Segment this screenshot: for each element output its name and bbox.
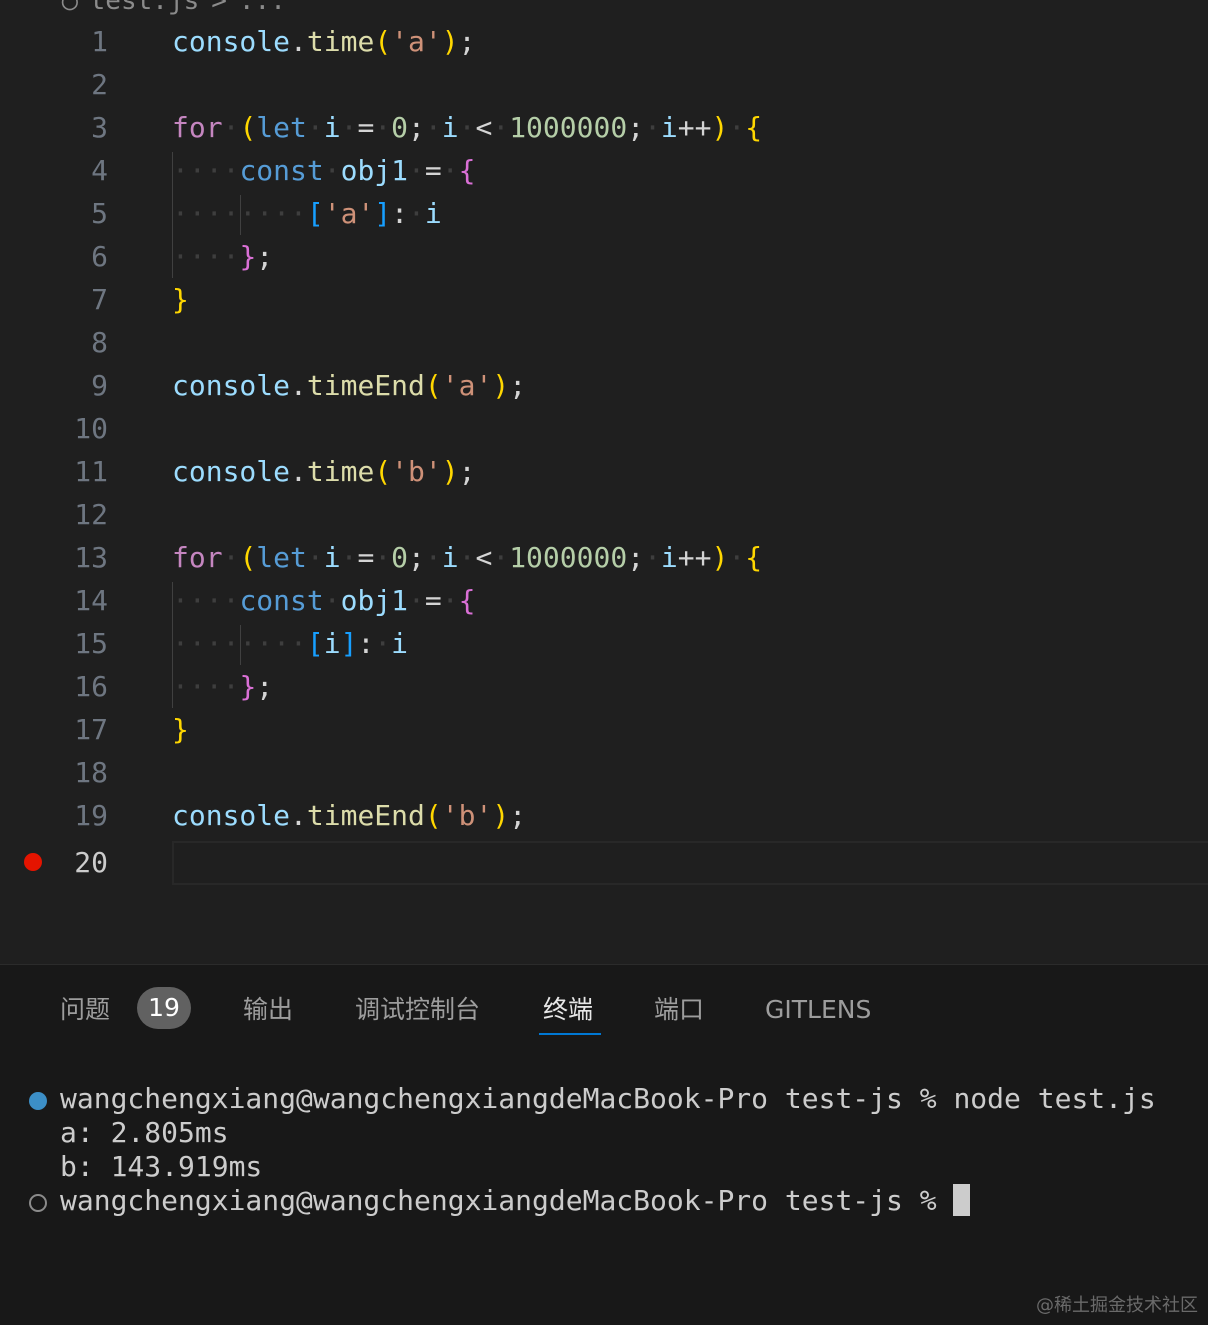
code-line[interactable]: 9 console.timeEnd('a');: [0, 364, 1208, 407]
line-code[interactable]: }: [172, 278, 189, 321]
terminal-line: a: 2.805ms: [60, 1116, 229, 1149]
line-code[interactable]: ····};: [172, 235, 273, 278]
breadcrumb-file[interactable]: test.js: [90, 0, 200, 16]
line-code[interactable]: ········[i]:·i: [172, 622, 408, 665]
code-line[interactable]: 3 for·(let·i·=·0;·i·<·1000000;·i++)·{: [0, 106, 1208, 149]
line-code[interactable]: console.time('b');: [172, 450, 475, 493]
watermark: @稀土掘金技术社区: [1036, 1295, 1198, 1316]
js-file-icon: ◯: [62, 0, 78, 16]
line-number[interactable]: 12: [40, 493, 108, 536]
line-code[interactable]: for·(let·i·=·0;·i·<·1000000;·i++)·{: [172, 106, 762, 149]
line-number[interactable]: 18: [40, 751, 108, 794]
tab-problems[interactable]: 问题: [60, 993, 110, 1027]
code-line[interactable]: 5 ········['a']:·i: [0, 192, 1208, 235]
code-line[interactable]: 6 ····};: [0, 235, 1208, 278]
active-tab-indicator: [539, 1033, 601, 1035]
line-number[interactable]: 3: [40, 106, 108, 149]
terminal-cursor: [953, 1184, 971, 1216]
tab-output[interactable]: 输出: [243, 993, 293, 1027]
line-number[interactable]: 1: [40, 20, 108, 63]
indent-guide: [240, 625, 241, 665]
code-line[interactable]: 18: [0, 751, 1208, 794]
line-number[interactable]: 20: [40, 841, 108, 884]
indent-guide: [240, 195, 241, 235]
code-line[interactable]: 20: [0, 841, 1208, 884]
line-code[interactable]: console.timeEnd('a');: [172, 364, 526, 407]
code-line[interactable]: 11 console.time('b');: [0, 450, 1208, 493]
line-number[interactable]: 11: [40, 450, 108, 493]
terminal-line: wangchengxiang@wangchengxiangdeMacBook-P…: [60, 1082, 1156, 1115]
breadcrumb[interactable]: ◯ test.js >...: [62, 0, 298, 16]
breadcrumb-separator: >: [211, 0, 227, 16]
line-code[interactable]: ····const·obj1·=·{: [172, 149, 475, 192]
code-line[interactable]: 2: [0, 63, 1208, 106]
line-number[interactable]: 4: [40, 149, 108, 192]
indent-guide: [172, 582, 173, 708]
code-line[interactable]: 7 }: [0, 278, 1208, 321]
command-pending-dot-icon[interactable]: [29, 1194, 47, 1212]
line-number[interactable]: 14: [40, 579, 108, 622]
code-editor[interactable]: ◯ test.js >... 1 console.time('a'); 2 3 fo…: [0, 0, 1208, 964]
code-line[interactable]: 17 }: [0, 708, 1208, 751]
terminal-line: b: 143.919ms: [60, 1150, 263, 1183]
code-line[interactable]: 13 for·(let·i·=·0;·i·<·1000000;·i++)·{: [0, 536, 1208, 579]
line-number[interactable]: 15: [40, 622, 108, 665]
line-number[interactable]: 9: [40, 364, 108, 407]
tab-debug-console[interactable]: 调试控制台: [355, 993, 480, 1027]
line-code[interactable]: ········['a']:·i: [172, 192, 442, 235]
bottom-panel: 问题 19 输出 调试控制台 终端 端口 GITLENS wangchengxi…: [0, 964, 1208, 1325]
problems-count-badge: 19: [137, 987, 191, 1029]
line-code[interactable]: console.time('a');: [172, 20, 475, 63]
line-number[interactable]: 16: [40, 665, 108, 708]
line-number[interactable]: 2: [40, 63, 108, 106]
terminal-prompt-line[interactable]: wangchengxiang@wangchengxiangdeMacBook-P…: [60, 1184, 971, 1218]
line-code[interactable]: console.timeEnd('b');: [172, 794, 526, 837]
terminal-prompt: wangchengxiang@wangchengxiangdeMacBook-P…: [60, 1184, 954, 1217]
code-line[interactable]: 14 ····const·obj1·=·{: [0, 579, 1208, 622]
code-line[interactable]: 1 console.time('a');: [0, 20, 1208, 63]
code-line[interactable]: 16 ····};: [0, 665, 1208, 708]
code-line[interactable]: 12: [0, 493, 1208, 536]
tab-gitlens[interactable]: GITLENS: [765, 993, 871, 1027]
line-number[interactable]: 13: [40, 536, 108, 579]
line-code[interactable]: }: [172, 708, 189, 751]
line-number[interactable]: 5: [40, 192, 108, 235]
code-line[interactable]: 15 ········[i]:·i: [0, 622, 1208, 665]
line-number[interactable]: 19: [40, 794, 108, 837]
code-line[interactable]: 10: [0, 407, 1208, 450]
tab-terminal[interactable]: 终端: [543, 993, 593, 1027]
line-number[interactable]: 7: [40, 278, 108, 321]
breadcrumb-more[interactable]: ...: [239, 0, 286, 16]
line-code[interactable]: ····const·obj1·=·{: [172, 579, 475, 622]
line-number[interactable]: 6: [40, 235, 108, 278]
code-line[interactable]: 4 ····const·obj1·=·{: [0, 149, 1208, 192]
line-number[interactable]: 8: [40, 321, 108, 364]
indent-guide: [172, 152, 173, 278]
line-number[interactable]: 17: [40, 708, 108, 751]
line-code[interactable]: ····};: [172, 665, 273, 708]
code-line[interactable]: 8: [0, 321, 1208, 364]
code-line[interactable]: 19 console.timeEnd('b');: [0, 794, 1208, 837]
line-number[interactable]: 10: [40, 407, 108, 450]
tab-ports[interactable]: 端口: [654, 993, 704, 1027]
command-success-dot-icon[interactable]: [29, 1092, 47, 1110]
line-code[interactable]: for·(let·i·=·0;·i·<·1000000;·i++)·{: [172, 536, 762, 579]
